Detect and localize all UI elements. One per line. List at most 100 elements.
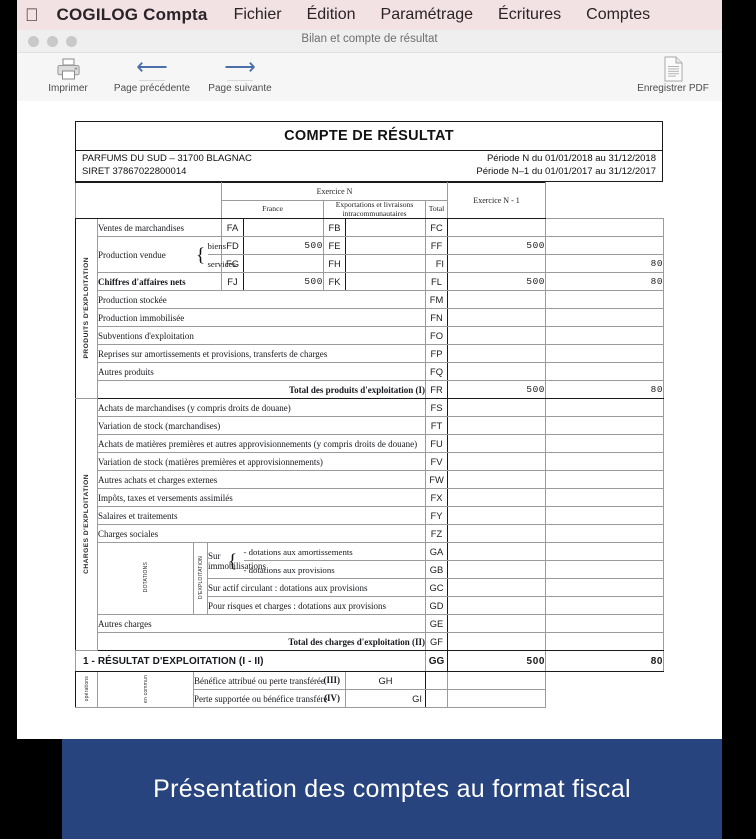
table-row-total-produits: Total des produits d'exploitation (I) FR… — [76, 380, 665, 399]
code-gi: GI — [345, 689, 426, 708]
row-label-text: Bénéfice attribué ou perte transférée — [194, 675, 325, 686]
previous-page-button[interactable]: ⟵ Page précédente — [105, 55, 199, 95]
header-exportations: Exportations et livraisons intracommunau… — [323, 200, 426, 219]
menu-item-parametrage[interactable]: Paramétrage — [381, 6, 474, 24]
row-label: Production stockée — [97, 290, 426, 309]
value-fm — [447, 290, 547, 309]
table-row-salaires: Salaires et traitements FY — [76, 506, 665, 525]
row-label: Autres achats et charges externes — [97, 470, 426, 489]
roman-numeral-iv: (IV) — [324, 693, 340, 703]
value-fh — [345, 254, 426, 273]
window-title-bar: Bilan et compte de résultat — [17, 30, 722, 53]
print-button[interactable]: Imprimer — [31, 55, 105, 94]
code-gb: GB — [424, 560, 449, 579]
table-row-variation-stock-mp: Variation de stock (matières premières e… — [76, 452, 665, 471]
row-label: Total des produits d'exploitation (I) — [97, 380, 426, 399]
code-ge: GE — [424, 614, 449, 633]
table-row-achats-matieres-premieres: Achats de matières premières et autres a… — [76, 434, 665, 453]
value-fp-n1 — [545, 344, 665, 363]
value-fi — [447, 254, 547, 273]
row-label: Sur immobilisations — [207, 542, 266, 579]
menu-item-fichier[interactable]: Fichier — [234, 6, 282, 24]
next-page-button[interactable]: ⟶ Page suivante — [201, 54, 279, 95]
save-pdf-label: Enregistrer PDF — [637, 83, 709, 94]
value-gc — [447, 578, 547, 597]
row-sublabel-services: services — [207, 254, 236, 273]
value-fx-n1 — [545, 488, 665, 507]
table-header-row-1: Exercice N Exercice N - 1 — [75, 182, 664, 219]
window-toolbar: Imprimer ⟵ Page précédente ⟶ Page suivan… — [17, 53, 722, 102]
arrow-right-icon: ⟶ — [224, 54, 256, 81]
value-gb-n1 — [545, 560, 665, 579]
window-title: Bilan et compte de résultat — [301, 33, 438, 45]
value-ff: 500 — [447, 236, 547, 255]
row-label: Production immobilisée — [97, 308, 426, 327]
table-row-production-stockee: Production stockée FM — [76, 290, 665, 309]
value-fl-n1: 80 — [545, 272, 665, 291]
value-fd: 500 — [243, 236, 324, 255]
row-label: Variation de stock (matières premières e… — [97, 452, 426, 471]
menu-item-edition[interactable]: Édition — [307, 6, 356, 24]
code-ga: GA — [424, 542, 449, 561]
code-gc: GC — [424, 578, 449, 597]
code-fi: FI — [424, 254, 449, 273]
value-fo-n1 — [545, 326, 665, 345]
period-n: Période N du 01/01/2018 au 31/12/2018 — [486, 153, 656, 164]
apple-icon[interactable]:  — [25, 6, 39, 24]
save-pdf-button[interactable]: Enregistrer PDF — [632, 55, 714, 94]
value-gd — [447, 596, 547, 615]
code-fs: FS — [424, 398, 449, 417]
value-fr: 500 — [447, 380, 547, 399]
table-row-resultat-exploitation: 1 - RÉSULTAT D'EXPLOITATION (I - II) GG … — [75, 650, 665, 672]
row-label: Charges sociales — [97, 524, 426, 543]
value-fx — [447, 488, 547, 507]
code-fy: FY — [424, 506, 449, 525]
value-fz — [447, 524, 547, 543]
row-label: Reprises sur amortissements et provision… — [97, 344, 426, 363]
value-gg: 500 — [447, 650, 547, 672]
value-gc-n1 — [545, 578, 665, 597]
value-fo — [447, 326, 547, 345]
value-gf-n1 — [545, 632, 665, 651]
document-pdf-icon — [632, 55, 714, 82]
macos-menu-bar:  COGILOG Compta Fichier Édition Paramét… — [17, 0, 722, 30]
code-fw: FW — [424, 470, 449, 489]
roman-numeral-iii: (III) — [323, 675, 340, 685]
code-gh: GH — [345, 671, 426, 690]
header-total: Total — [424, 200, 449, 219]
code-fc: FC — [424, 218, 449, 237]
app-window: Bilan et compte de résultat Imprimer ⟵ P… — [17, 30, 722, 739]
value-gg-n1: 80 — [545, 650, 665, 672]
caption-banner: Présentation des comptes au format fisca… — [62, 739, 722, 839]
value-ge-n1 — [545, 614, 665, 633]
code-fx: FX — [424, 488, 449, 507]
menu-item-ecritures[interactable]: Écritures — [498, 6, 561, 24]
code-fo: FO — [424, 326, 449, 345]
table-row-variation-stock-marchandises: Variation de stock (marchandises) FT — [76, 416, 665, 435]
value-fb — [345, 218, 426, 237]
table-row-sur-immobilisations-amortissements: DOTATIONS D'EXPLOITATION Sur immobilisat… — [76, 542, 665, 615]
table-row-charges-sociales: Charges sociales FZ — [76, 524, 665, 543]
value-fr-n1: 80 — [545, 380, 665, 399]
code-fp: FP — [424, 344, 449, 363]
header-exercice-n: Exercice N — [220, 182, 449, 201]
value-fe — [345, 236, 426, 255]
menu-item-comptes[interactable]: Comptes — [586, 6, 650, 24]
value-ga-n1 — [545, 542, 665, 561]
side-label-dexploitation: D'EXPLOITATION — [193, 542, 208, 615]
value-gb — [447, 560, 547, 579]
value-fv — [447, 452, 547, 471]
app-name-menu[interactable]: COGILOG Compta — [57, 5, 208, 25]
code-fv: FV — [424, 452, 449, 471]
value-fk — [345, 272, 426, 291]
row-label: Autres produits — [97, 362, 426, 381]
brace-icon: { — [193, 236, 208, 273]
row-label: Impôts, taxes et versements assimilés — [97, 488, 426, 507]
row-label: Sur actif circulant : dotations aux prov… — [207, 578, 426, 597]
row-label: Achats de matières premières et autres a… — [97, 434, 426, 453]
previous-page-label: Page précédente — [113, 83, 191, 94]
value-ft — [447, 416, 547, 435]
value-fp — [447, 344, 547, 363]
row-sublabel-amortissements: - dotations aux amortissements — [243, 542, 426, 561]
code-gd: GD — [424, 596, 449, 615]
